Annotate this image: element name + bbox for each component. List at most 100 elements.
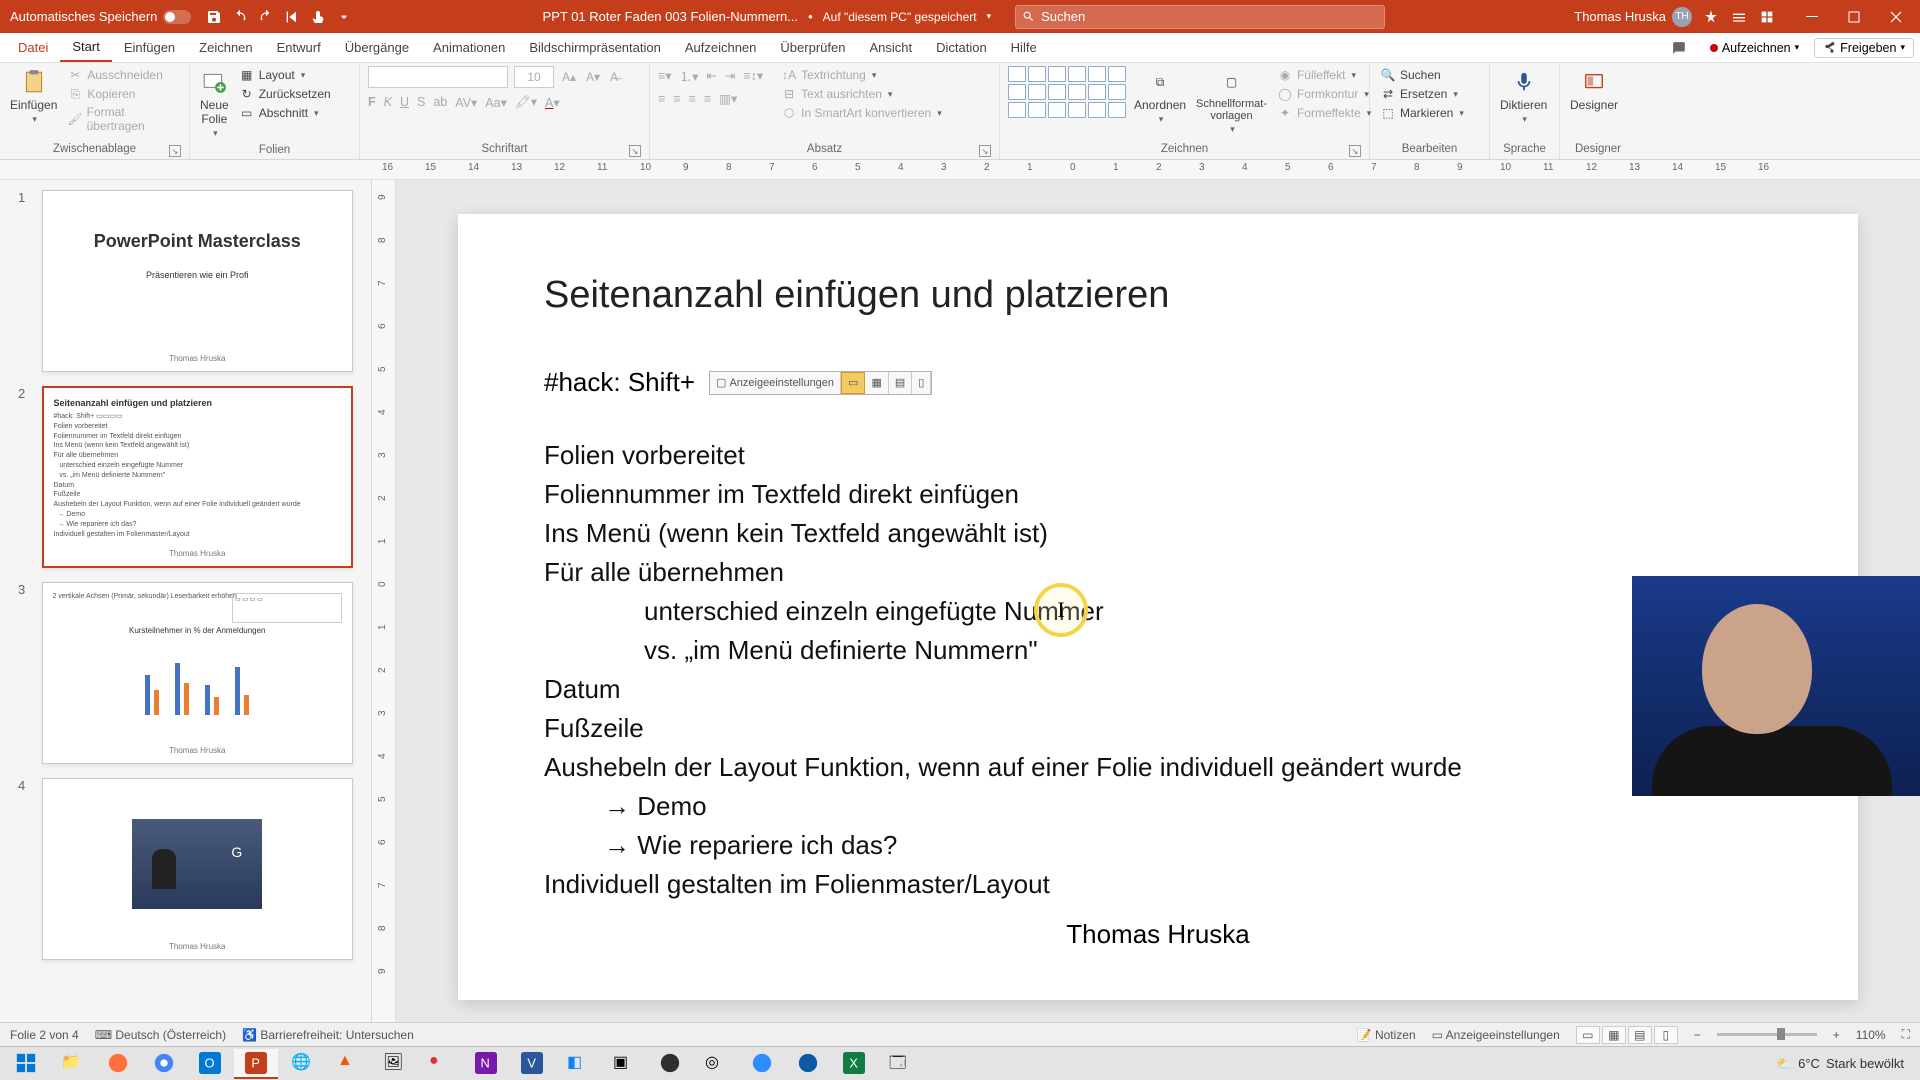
taskbar-vlc[interactable]: ▲ xyxy=(326,1049,370,1079)
numbering-button[interactable]: ⒈▾ xyxy=(680,66,699,85)
tab-slideshow[interactable]: Bildschirmpräsentation xyxy=(517,33,673,62)
taskbar-app-4[interactable]: ◧ xyxy=(556,1049,600,1079)
body-line[interactable]: Aushebeln der Layout Funktion, wenn auf … xyxy=(544,748,1772,787)
clear-formatting-button[interactable]: A̶ xyxy=(608,69,620,85)
new-slide-button[interactable]: Neue Folie▾ xyxy=(198,66,231,141)
body-line[interactable]: Datum xyxy=(544,670,1772,709)
body-line[interactable]: Demo xyxy=(604,791,707,821)
layout-button[interactable]: ▦Layout▾ xyxy=(237,66,333,84)
cut-button[interactable]: ✂Ausschneiden xyxy=(65,66,181,84)
tab-record[interactable]: Aufzeichnen xyxy=(673,33,769,62)
font-color-button[interactable]: A▾ xyxy=(545,95,560,110)
zoom-level[interactable]: 110% xyxy=(1856,1028,1886,1042)
body-line[interactable]: vs. „im Menü definierte Nummern" xyxy=(544,631,1772,670)
body-line[interactable]: Fußzeile xyxy=(544,709,1772,748)
decrease-indent-button[interactable]: ⇤ xyxy=(706,68,716,83)
redo-icon[interactable] xyxy=(257,8,275,26)
file-name[interactable]: PPT 01 Roter Faden 003 Folien-Nummern... xyxy=(543,9,799,24)
line-spacing-button[interactable]: ≡↕▾ xyxy=(743,68,763,83)
slide-thumbnails-panel[interactable]: 1 PowerPoint Masterclass Präsentieren wi… xyxy=(0,180,372,1048)
from-beginning-icon[interactable] xyxy=(283,8,301,26)
tab-file[interactable]: Datei xyxy=(6,33,60,62)
quick-styles-button[interactable]: ▢Schnellformat- vorlagen▾ xyxy=(1194,66,1269,137)
font-size-combo[interactable]: 10 xyxy=(514,66,554,88)
display-settings-button[interactable]: ▭ Anzeigeeinstellungen xyxy=(1432,1028,1560,1042)
grow-font-button[interactable]: A▴ xyxy=(560,69,578,85)
view-reading-icon[interactable]: ▤ xyxy=(889,372,912,394)
notes-button[interactable]: 📝 Notizen xyxy=(1357,1028,1416,1042)
shrink-font-button[interactable]: A▾ xyxy=(584,69,602,85)
taskbar-app-7[interactable]: 🗔 xyxy=(878,1049,922,1079)
zoom-in-button[interactable]: + xyxy=(1833,1028,1840,1042)
share-button[interactable]: Freigeben▾ xyxy=(1814,38,1914,58)
slide-author[interactable]: Thomas Hruska xyxy=(458,919,1858,950)
coming-soon-icon[interactable] xyxy=(1702,8,1720,26)
taskbar-outlook[interactable]: O xyxy=(188,1049,232,1079)
font-family-combo[interactable] xyxy=(368,66,508,88)
minimize-button[interactable] xyxy=(1792,5,1832,29)
tab-transitions[interactable]: Übergänge xyxy=(333,33,421,62)
user-account[interactable]: Thomas Hruska TH xyxy=(1574,7,1692,27)
thumbnail-slide-4[interactable]: 4 G Thomas Hruska xyxy=(18,778,353,960)
tab-home[interactable]: Start xyxy=(60,33,111,62)
designer-button[interactable]: Designer xyxy=(1568,66,1620,114)
highlight-button[interactable]: 🖍▾ xyxy=(515,94,537,110)
taskbar-edge[interactable] xyxy=(786,1049,830,1079)
text-direction-button[interactable]: ↕ATextrichtung▾ xyxy=(779,66,944,84)
normal-view-button[interactable]: ▭ xyxy=(1576,1026,1600,1044)
justify-button[interactable]: ≡ xyxy=(704,92,711,106)
tab-view[interactable]: Ansicht xyxy=(857,33,924,62)
touch-mode-icon[interactable] xyxy=(309,8,327,26)
comments-button[interactable] xyxy=(1663,38,1695,58)
taskbar-visio[interactable]: V xyxy=(510,1049,554,1079)
undo-icon[interactable] xyxy=(231,8,249,26)
paragraph-dialog-launcher[interactable]: ↘ xyxy=(979,145,991,157)
shape-fill-button[interactable]: ◉Fülleffekt▾ xyxy=(1275,66,1373,84)
bold-button[interactable]: F xyxy=(368,95,376,109)
shape-outline-button[interactable]: ◯Formkontur▾ xyxy=(1275,85,1373,103)
dictate-button[interactable]: Diktieren▾ xyxy=(1498,66,1549,127)
format-painter-button[interactable]: 🖌Format übertragen xyxy=(65,104,181,134)
increase-indent-button[interactable]: ⇥ xyxy=(725,68,735,83)
tab-help[interactable]: Hilfe xyxy=(999,33,1049,62)
body-line[interactable]: Für alle übernehmen xyxy=(544,553,1772,592)
weather-widget[interactable]: ⛅ 6°C Stark bewölkt xyxy=(1764,1056,1916,1072)
section-button[interactable]: ▭Abschnitt▾ xyxy=(237,104,333,122)
body-line[interactable]: Individuell gestalten im Folienmaster/La… xyxy=(544,865,1772,904)
autosave-toggle[interactable]: Automatisches Speichern xyxy=(4,9,197,24)
qat-more-icon[interactable] xyxy=(335,8,353,26)
sorter-view-button[interactable]: ▦ xyxy=(1602,1026,1626,1044)
clipboard-dialog-launcher[interactable]: ↘ xyxy=(169,145,181,157)
ribbon-display-icon[interactable] xyxy=(1730,8,1748,26)
tab-review[interactable]: Überprüfen xyxy=(768,33,857,62)
strike-button[interactable]: S xyxy=(417,95,425,109)
taskbar-powerpoint[interactable]: P xyxy=(234,1049,278,1079)
taskbar-app-2[interactable]: 🖼 xyxy=(372,1049,416,1079)
start-button[interactable] xyxy=(4,1049,48,1079)
align-center-button[interactable]: ≡ xyxy=(673,92,680,106)
view-slideshow-icon[interactable]: ▯ xyxy=(912,372,931,394)
reading-view-button[interactable]: ▤ xyxy=(1628,1026,1652,1044)
shapes-gallery[interactable] xyxy=(1008,66,1126,118)
align-right-button[interactable]: ≡ xyxy=(689,92,696,106)
change-case-button[interactable]: Aa▾ xyxy=(485,95,507,110)
language-status[interactable]: ⌨ Deutsch (Österreich) xyxy=(95,1028,226,1042)
fit-to-window-button[interactable]: ⛶ xyxy=(1902,1027,1910,1042)
body-line[interactable]: Foliennummer im Textfeld direkt einfügen xyxy=(544,475,1772,514)
search-input[interactable]: Suchen xyxy=(1015,5,1385,29)
slide-title[interactable]: Seitenanzahl einfügen und platzieren xyxy=(544,274,1772,317)
paste-button[interactable]: Einfügen▾ xyxy=(8,66,59,127)
tab-animations[interactable]: Animationen xyxy=(421,33,517,62)
tab-draw[interactable]: Zeichnen xyxy=(187,33,264,62)
slideshow-view-button[interactable]: ▯ xyxy=(1654,1026,1678,1044)
taskbar-chrome[interactable] xyxy=(142,1049,186,1079)
taskbar-app-5[interactable]: ▣ xyxy=(602,1049,646,1079)
zoom-out-button[interactable]: − xyxy=(1694,1028,1701,1042)
thumbnail-slide-2[interactable]: 2 Seitenanzahl einfügen und platzieren #… xyxy=(18,386,353,568)
taskbar-excel[interactable]: X xyxy=(832,1049,876,1079)
taskbar-obs[interactable] xyxy=(648,1049,692,1079)
zoom-slider[interactable] xyxy=(1717,1033,1817,1036)
record-button[interactable]: Aufzeichnen▾ xyxy=(1701,38,1808,58)
save-icon[interactable] xyxy=(205,8,223,26)
thumbnail-slide-3[interactable]: 3 2 vertikale Achsen (Primär, sekundär) … xyxy=(18,582,353,764)
